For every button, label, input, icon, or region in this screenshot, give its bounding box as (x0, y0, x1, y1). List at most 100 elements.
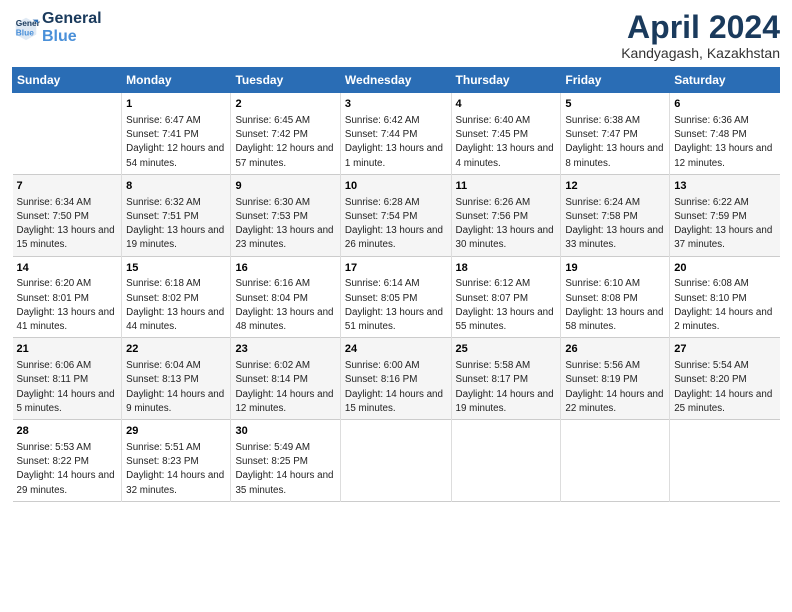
table-row: 23 Sunrise: 6:02 AMSunset: 8:14 PMDaylig… (231, 338, 340, 420)
table-row (561, 420, 670, 502)
title-block: April 2024 Kandyagash, Kazakhstan (621, 10, 780, 61)
day-info: Sunrise: 6:14 AMSunset: 8:05 PMDaylight:… (345, 278, 443, 332)
day-number: 12 (565, 179, 665, 194)
day-number: 25 (456, 342, 557, 357)
table-row: 25 Sunrise: 5:58 AMSunset: 8:17 PMDaylig… (451, 338, 561, 420)
table-row: 20 Sunrise: 6:08 AMSunset: 8:10 PMDaylig… (670, 256, 780, 338)
table-row: 18 Sunrise: 6:12 AMSunset: 8:07 PMDaylig… (451, 256, 561, 338)
table-row: 11 Sunrise: 6:26 AMSunset: 7:56 PMDaylig… (451, 174, 561, 256)
logo-text-blue: Blue (42, 28, 102, 46)
table-row: 26 Sunrise: 5:56 AMSunset: 8:19 PMDaylig… (561, 338, 670, 420)
day-info: Sunrise: 6:08 AMSunset: 8:10 PMDaylight:… (674, 278, 772, 332)
day-number: 20 (674, 261, 775, 276)
day-number: 22 (126, 342, 226, 357)
day-info: Sunrise: 6:04 AMSunset: 8:13 PMDaylight:… (126, 360, 224, 414)
table-row: 2 Sunrise: 6:45 AMSunset: 7:42 PMDayligh… (231, 93, 340, 175)
svg-text:Blue: Blue (16, 27, 34, 37)
day-info: Sunrise: 6:30 AMSunset: 7:53 PMDaylight:… (235, 197, 333, 251)
table-row (13, 93, 122, 175)
table-row: 28 Sunrise: 5:53 AMSunset: 8:22 PMDaylig… (13, 420, 122, 502)
day-number: 13 (674, 179, 775, 194)
day-number: 19 (565, 261, 665, 276)
col-monday: Monday (122, 68, 231, 93)
table-row (670, 420, 780, 502)
day-number: 16 (235, 261, 335, 276)
table-row (451, 420, 561, 502)
day-info: Sunrise: 6:42 AMSunset: 7:44 PMDaylight:… (345, 115, 443, 169)
day-info: Sunrise: 6:26 AMSunset: 7:56 PMDaylight:… (456, 197, 554, 251)
day-number: 26 (565, 342, 665, 357)
table-row: 13 Sunrise: 6:22 AMSunset: 7:59 PMDaylig… (670, 174, 780, 256)
day-number: 2 (235, 97, 335, 112)
day-number: 8 (126, 179, 226, 194)
table-row: 1 Sunrise: 6:47 AMSunset: 7:41 PMDayligh… (122, 93, 231, 175)
table-row: 22 Sunrise: 6:04 AMSunset: 8:13 PMDaylig… (122, 338, 231, 420)
day-number: 1 (126, 97, 226, 112)
day-info: Sunrise: 6:02 AMSunset: 8:14 PMDaylight:… (235, 360, 333, 414)
day-info: Sunrise: 6:28 AMSunset: 7:54 PMDaylight:… (345, 197, 443, 251)
day-number: 30 (235, 424, 335, 439)
calendar-week-row: 7 Sunrise: 6:34 AMSunset: 7:50 PMDayligh… (13, 174, 780, 256)
day-info: Sunrise: 6:38 AMSunset: 7:47 PMDaylight:… (565, 115, 663, 169)
day-info: Sunrise: 6:12 AMSunset: 8:07 PMDaylight:… (456, 278, 554, 332)
calendar-header-row: Sunday Monday Tuesday Wednesday Thursday… (13, 68, 780, 93)
day-info: Sunrise: 5:49 AMSunset: 8:25 PMDaylight:… (235, 442, 333, 496)
col-saturday: Saturday (670, 68, 780, 93)
day-number: 24 (345, 342, 447, 357)
day-number: 29 (126, 424, 226, 439)
table-row: 27 Sunrise: 5:54 AMSunset: 8:20 PMDaylig… (670, 338, 780, 420)
day-info: Sunrise: 5:56 AMSunset: 8:19 PMDaylight:… (565, 360, 663, 414)
col-friday: Friday (561, 68, 670, 93)
calendar-week-row: 14 Sunrise: 6:20 AMSunset: 8:01 PMDaylig… (13, 256, 780, 338)
table-row: 8 Sunrise: 6:32 AMSunset: 7:51 PMDayligh… (122, 174, 231, 256)
day-info: Sunrise: 5:58 AMSunset: 8:17 PMDaylight:… (456, 360, 554, 414)
day-number: 14 (17, 261, 118, 276)
day-number: 27 (674, 342, 775, 357)
table-row: 4 Sunrise: 6:40 AMSunset: 7:45 PMDayligh… (451, 93, 561, 175)
day-info: Sunrise: 6:06 AMSunset: 8:11 PMDaylight:… (17, 360, 115, 414)
col-sunday: Sunday (13, 68, 122, 93)
day-info: Sunrise: 6:22 AMSunset: 7:59 PMDaylight:… (674, 197, 772, 251)
calendar-table: Sunday Monday Tuesday Wednesday Thursday… (12, 67, 780, 502)
day-number: 5 (565, 97, 665, 112)
day-info: Sunrise: 6:32 AMSunset: 7:51 PMDaylight:… (126, 197, 224, 251)
table-row: 19 Sunrise: 6:10 AMSunset: 8:08 PMDaylig… (561, 256, 670, 338)
table-row: 30 Sunrise: 5:49 AMSunset: 8:25 PMDaylig… (231, 420, 340, 502)
table-row: 6 Sunrise: 6:36 AMSunset: 7:48 PMDayligh… (670, 93, 780, 175)
table-row: 16 Sunrise: 6:16 AMSunset: 8:04 PMDaylig… (231, 256, 340, 338)
table-row: 29 Sunrise: 5:51 AMSunset: 8:23 PMDaylig… (122, 420, 231, 502)
day-info: Sunrise: 5:51 AMSunset: 8:23 PMDaylight:… (126, 442, 224, 496)
calendar-week-row: 1 Sunrise: 6:47 AMSunset: 7:41 PMDayligh… (13, 93, 780, 175)
calendar-week-row: 28 Sunrise: 5:53 AMSunset: 8:22 PMDaylig… (13, 420, 780, 502)
table-row: 14 Sunrise: 6:20 AMSunset: 8:01 PMDaylig… (13, 256, 122, 338)
logo: General Blue General Blue (12, 10, 102, 45)
table-row: 5 Sunrise: 6:38 AMSunset: 7:47 PMDayligh… (561, 93, 670, 175)
day-info: Sunrise: 6:10 AMSunset: 8:08 PMDaylight:… (565, 278, 663, 332)
logo-text: General (42, 10, 102, 28)
day-number: 6 (674, 97, 775, 112)
table-row: 12 Sunrise: 6:24 AMSunset: 7:58 PMDaylig… (561, 174, 670, 256)
col-tuesday: Tuesday (231, 68, 340, 93)
page-container: General Blue General Blue April 2024 Kan… (0, 0, 792, 510)
day-info: Sunrise: 6:16 AMSunset: 8:04 PMDaylight:… (235, 278, 333, 332)
day-number: 28 (17, 424, 118, 439)
day-number: 4 (456, 97, 557, 112)
table-row: 21 Sunrise: 6:06 AMSunset: 8:11 PMDaylig… (13, 338, 122, 420)
day-info: Sunrise: 6:36 AMSunset: 7:48 PMDaylight:… (674, 115, 772, 169)
day-info: Sunrise: 6:00 AMSunset: 8:16 PMDaylight:… (345, 360, 443, 414)
day-info: Sunrise: 6:47 AMSunset: 7:41 PMDaylight:… (126, 115, 224, 169)
day-number: 17 (345, 261, 447, 276)
table-row: 15 Sunrise: 6:18 AMSunset: 8:02 PMDaylig… (122, 256, 231, 338)
day-number: 15 (126, 261, 226, 276)
day-number: 10 (345, 179, 447, 194)
table-row: 10 Sunrise: 6:28 AMSunset: 7:54 PMDaylig… (340, 174, 451, 256)
day-number: 23 (235, 342, 335, 357)
day-info: Sunrise: 6:18 AMSunset: 8:02 PMDaylight:… (126, 278, 224, 332)
day-info: Sunrise: 6:34 AMSunset: 7:50 PMDaylight:… (17, 197, 115, 251)
day-number: 9 (235, 179, 335, 194)
day-number: 11 (456, 179, 557, 194)
day-number: 18 (456, 261, 557, 276)
day-number: 3 (345, 97, 447, 112)
location-subtitle: Kandyagash, Kazakhstan (621, 45, 780, 61)
table-row: 3 Sunrise: 6:42 AMSunset: 7:44 PMDayligh… (340, 93, 451, 175)
